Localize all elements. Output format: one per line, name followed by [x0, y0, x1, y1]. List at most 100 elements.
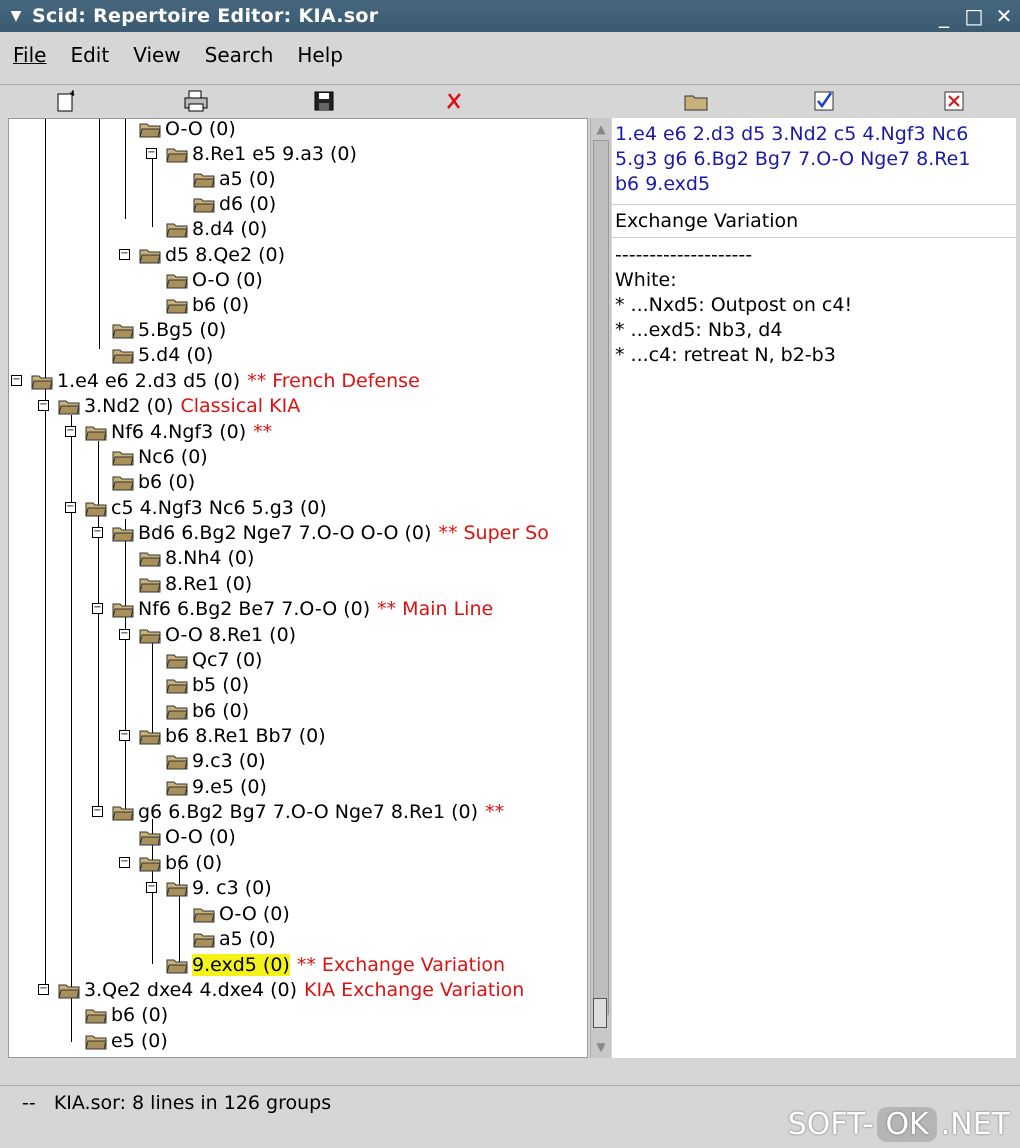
tree-node[interactable]: Nc6 (0): [112, 445, 208, 469]
moves-line: 5.g3 g6 6.Bg2 Bg7 7.O-O Nge7 8.Re1: [615, 148, 971, 170]
folder-open-icon: [193, 173, 215, 188]
tree-node[interactable]: 8.Re1 e5 9.a3 (0): [166, 142, 357, 166]
tree-node[interactable]: Nf6 6.Bg2 Be7 7.O-O (0) ** Main Line: [112, 597, 493, 621]
tree-node[interactable]: 8.Nh4 (0): [139, 546, 254, 570]
collapse-toggle[interactable]: −: [119, 249, 130, 260]
folder-open-icon: [112, 603, 134, 618]
tree-node[interactable]: O-O (0): [166, 268, 263, 292]
folder-open-icon: [85, 1035, 107, 1050]
tree-node[interactable]: O-O (0): [139, 119, 236, 141]
collapse-toggle[interactable]: −: [11, 375, 22, 386]
tree-node[interactable]: 5.d4 (0): [112, 343, 213, 367]
tree-scrollbar[interactable]: ▲ ▼: [590, 118, 611, 1058]
node-label: d6 (0): [219, 193, 277, 215]
open-folder-icon[interactable]: [682, 87, 710, 115]
node-label: Nc6 (0): [138, 446, 208, 468]
collapse-toggle[interactable]: −: [38, 984, 49, 995]
tree-node[interactable]: d5 8.Qe2 (0): [139, 243, 285, 267]
tree-node[interactable]: b5 (0): [166, 673, 249, 697]
collapse-toggle[interactable]: −: [119, 730, 130, 741]
collapse-toggle[interactable]: −: [92, 806, 103, 817]
tree-node[interactable]: O-O (0): [139, 825, 236, 849]
node-label: a5 (0): [219, 928, 276, 950]
tree-node[interactable]: b6 8.Re1 Bb7 (0): [139, 724, 326, 748]
node-label: b6 (0): [138, 471, 196, 493]
menu-search[interactable]: Search: [192, 43, 285, 67]
folder-open-icon: [112, 349, 134, 364]
tree-node[interactable]: 1.e4 e6 2.d3 d5 (0) ** French Defense: [31, 369, 420, 393]
notes-text[interactable]: -------------------- White: * ...Nxd5: O…: [615, 243, 1011, 368]
tree-node[interactable]: c5 4.Ngf3 Nc6 5.g3 (0): [85, 496, 327, 520]
scroll-thumb[interactable]: [593, 140, 609, 1015]
node-label: 9.exd5 (0): [192, 954, 290, 976]
tree-node[interactable]: 9. c3 (0): [166, 876, 272, 900]
tree-node[interactable]: a5 (0): [193, 167, 276, 191]
watermark-text: SOFT-: [787, 1107, 874, 1142]
tree-node[interactable]: Qc7 (0): [166, 648, 262, 672]
checkbox-checked-icon[interactable]: [810, 87, 838, 115]
close-icon[interactable]: ✕: [994, 6, 1014, 26]
collapse-toggle[interactable]: −: [38, 400, 49, 411]
tree-node[interactable]: 8.Re1 (0): [139, 572, 252, 596]
tree-node[interactable]: d6 (0): [193, 192, 276, 216]
tree-node[interactable]: g6 6.Bg2 Bg7 7.O-O Nge7 8.Re1 (0) **: [112, 800, 504, 824]
toolbar: [0, 84, 1020, 117]
collapse-toggle[interactable]: −: [119, 629, 130, 640]
node-label: b6 (0): [165, 852, 223, 874]
save-icon[interactable]: [310, 87, 338, 115]
close-red-x-icon[interactable]: [440, 87, 468, 115]
print-icon[interactable]: [182, 87, 210, 115]
tree-node[interactable]: b6 (0): [166, 699, 249, 723]
tree-node[interactable]: b6 (0): [166, 293, 249, 317]
tree-node[interactable]: 8.d4 (0): [166, 217, 267, 241]
tree-node[interactable]: Nf6 4.Ngf3 (0) **: [85, 420, 272, 444]
pane-resize-handle[interactable]: [593, 998, 607, 1028]
tree-node[interactable]: O-O (0): [193, 902, 290, 926]
node-label: 5.Bg5 (0): [138, 319, 227, 341]
tree-node[interactable]: 5.Bg5 (0): [112, 318, 226, 342]
tree-node[interactable]: b6 (0): [85, 1003, 168, 1027]
checkbox-x-icon[interactable]: [940, 87, 968, 115]
folder-open-icon: [166, 781, 188, 796]
tree-node[interactable]: b6 (0): [112, 470, 195, 494]
node-label: 3.Qe2 dxe4 4.dxe4 (0): [84, 979, 298, 1001]
repertoire-tree[interactable]: O-O (0) − 8.Re1 e5 9.a3 (0) a5 (0) d6 (0…: [8, 118, 588, 1058]
tree-node[interactable]: 9.c3 (0): [166, 749, 266, 773]
collapse-toggle[interactable]: −: [92, 603, 103, 614]
new-icon[interactable]: [52, 87, 80, 115]
collapse-toggle[interactable]: −: [65, 502, 76, 513]
collapse-toggle[interactable]: −: [146, 882, 157, 893]
node-label: b6 (0): [192, 294, 250, 316]
notes-line: * ...c4: retreat N, b2-b3: [615, 344, 836, 366]
tree-node[interactable]: 3.Qe2 dxe4 4.dxe4 (0) KIA Exchange Varia…: [58, 978, 524, 1002]
minimize-icon[interactable]: _: [934, 6, 954, 26]
moves-line: b6 9.exd5: [615, 173, 711, 195]
tree-node[interactable]: b6 (0): [139, 851, 222, 875]
folder-open-icon: [139, 857, 161, 872]
tree-node[interactable]: 3.Nd2 (0) Classical KIA: [58, 394, 300, 418]
window-menu-icon[interactable]: ▼: [0, 8, 32, 24]
variation-name-field[interactable]: Exchange Variation: [612, 204, 1016, 238]
folder-open-icon: [58, 400, 80, 415]
folder-open-icon: [139, 552, 161, 567]
tree-node[interactable]: 9.e5 (0): [166, 775, 267, 799]
tree-node-selected[interactable]: 9.exd5 (0) ** Exchange Variation: [166, 953, 505, 977]
scroll-down-arrow-icon[interactable]: ▼: [593, 1038, 609, 1056]
tree-node[interactable]: Bd6 6.Bg2 Nge7 7.O-O O-O (0) ** Super So: [112, 521, 549, 545]
menu-help[interactable]: Help: [284, 43, 354, 67]
collapse-toggle[interactable]: −: [119, 857, 130, 868]
tree-node[interactable]: O-O 8.Re1 (0): [139, 623, 296, 647]
collapse-toggle[interactable]: −: [92, 527, 103, 538]
tree-line: [125, 519, 126, 809]
tree-node[interactable]: e5 (0): [85, 1029, 168, 1053]
scroll-up-arrow-icon[interactable]: ▲: [593, 120, 609, 138]
maximize-icon[interactable]: □: [964, 6, 984, 26]
menu-edit[interactable]: Edit: [57, 43, 120, 67]
node-label: O-O (0): [165, 826, 236, 848]
tree-node[interactable]: a5 (0): [193, 927, 276, 951]
collapse-toggle[interactable]: −: [146, 148, 157, 159]
menu-file[interactable]: File: [0, 43, 57, 67]
collapse-toggle[interactable]: −: [65, 426, 76, 437]
menu-view[interactable]: View: [120, 43, 191, 67]
folder-open-icon: [166, 755, 188, 770]
